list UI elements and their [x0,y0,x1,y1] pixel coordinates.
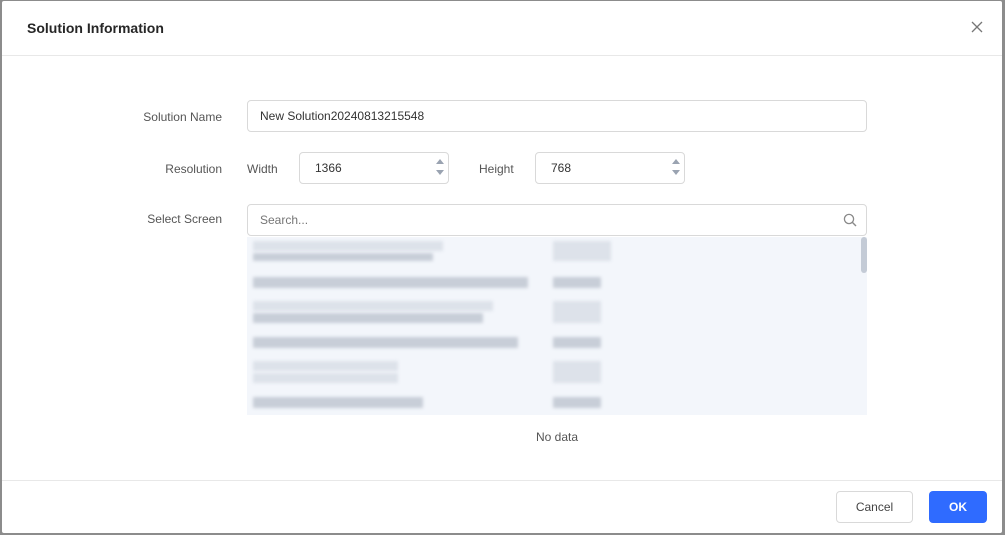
cancel-button[interactable]: Cancel [836,491,913,523]
increment-icon[interactable] [672,159,680,164]
screen-item-placeholder [253,241,443,251]
decrement-icon[interactable] [436,170,444,175]
dialog-footer: Cancel OK [2,480,1002,533]
screen-search-box[interactable] [247,204,867,236]
solution-name-label: Solution Name [143,110,222,124]
height-number-input[interactable] [535,152,685,184]
screen-item-placeholder [253,277,528,288]
screen-item-placeholder [253,253,433,261]
select-screen-label: Select Screen [147,212,222,226]
close-icon[interactable] [970,20,984,34]
screen-item-placeholder [253,361,398,371]
ok-button[interactable]: OK [929,491,987,523]
scrollbar-thumb[interactable] [861,237,867,273]
width-label: Width [247,162,278,176]
screen-item-placeholder [553,337,601,348]
no-data-message: No data [535,430,579,444]
dialog-header: Solution Information [2,1,1002,56]
resolution-label: Resolution [165,162,222,176]
screen-item-placeholder [553,301,601,323]
width-stepper[interactable] [435,156,445,180]
search-icon[interactable] [843,213,857,227]
width-input[interactable] [299,152,449,184]
screen-search-input[interactable] [247,204,867,236]
screen-item-placeholder [553,277,601,288]
screen-item-placeholder [253,397,423,408]
screen-item-placeholder [553,241,611,261]
increment-icon[interactable] [436,159,444,164]
screen-item-placeholder [253,313,483,323]
screen-item-placeholder [553,397,601,408]
screen-item-placeholder [253,373,398,383]
height-stepper[interactable] [671,156,681,180]
dialog-title: Solution Information [27,20,164,36]
screen-item-placeholder [253,301,493,311]
solution-name-input[interactable] [247,100,867,132]
height-label: Height [479,162,514,176]
height-input[interactable] [535,152,685,184]
solution-information-dialog: Solution Information Solution Name Resol… [2,1,1002,533]
decrement-icon[interactable] [672,170,680,175]
screen-item-placeholder [553,361,601,383]
width-number-input[interactable] [299,152,449,184]
screen-list[interactable] [247,237,867,415]
screen-item-placeholder [253,337,518,348]
